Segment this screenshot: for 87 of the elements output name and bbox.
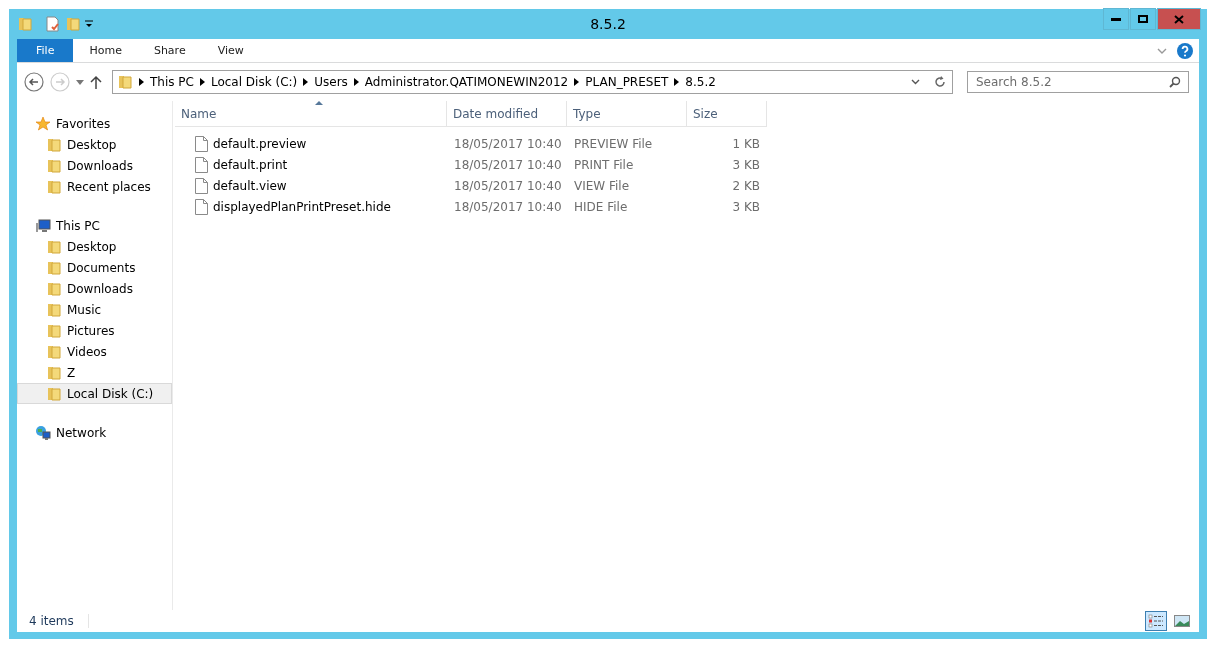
nav-item[interactable]: Z (17, 362, 172, 383)
breadcrumb[interactable]: Local Disk (C:) (210, 75, 298, 89)
breadcrumb-arrow-icon (353, 78, 359, 86)
back-button[interactable] (24, 72, 44, 92)
ribbon-tab[interactable]: Share (137, 39, 202, 62)
breadcrumb-arrow-icon (674, 78, 680, 86)
file-name[interactable]: displayedPlanPrintPreset.hide (213, 199, 391, 214)
file-icon (195, 177, 208, 194)
breadcrumb[interactable]: PLAN_PRESET (585, 75, 669, 89)
nav-item[interactable]: Recent places (17, 176, 172, 197)
properties-icon (45, 16, 61, 32)
folder-icon (46, 259, 62, 276)
chevron-down-icon[interactable] (911, 79, 920, 85)
folder-icon (65, 16, 81, 32)
nav-item[interactable]: Music (17, 299, 172, 320)
size-cell-text: 2 KB (731, 178, 761, 193)
size-cell-text: 3 KB (731, 199, 761, 214)
type-cell-text: PRINT File (573, 157, 635, 172)
nav-item[interactable]: Downloads (17, 155, 172, 176)
folder-icon (46, 178, 62, 195)
breadcrumb-arrow-icon (199, 78, 205, 86)
maximize-icon (1138, 15, 1148, 23)
folder-icon (117, 74, 133, 90)
nav-item[interactable]: Downloads (17, 278, 172, 299)
file-icon (195, 135, 208, 152)
date-cell-text: 18/05/2017 10:40 (453, 136, 563, 151)
folder-icon (46, 385, 62, 402)
folder-icon (46, 238, 62, 255)
folder-icon (46, 322, 62, 339)
date-cell-text: 18/05/2017 10:40 (453, 157, 563, 172)
nav-item[interactable]: Desktop (17, 236, 172, 257)
dropdown-icon[interactable] (85, 20, 93, 28)
file-menu-button[interactable]: File (17, 39, 74, 62)
item-count: 4 items (29, 614, 89, 628)
file-name[interactable]: default.preview (213, 136, 307, 151)
date-cell-text: 18/05/2017 10:40 (453, 199, 563, 214)
nav-item[interactable]: Documents (17, 257, 172, 278)
refresh-icon[interactable] (934, 76, 946, 88)
breadcrumb[interactable]: 8.5.2 (685, 75, 716, 89)
type-cell-text: VIEW File (573, 178, 631, 193)
folder-icon (46, 280, 62, 297)
nav-group[interactable]: Network (17, 422, 107, 443)
size-cell-text: 1 KB (731, 136, 761, 151)
size-cell-text: 3 KB (731, 157, 761, 172)
date-cell-text: 18/05/2017 10:40 (453, 178, 563, 193)
up-button[interactable] (90, 75, 102, 89)
file-icon (195, 156, 208, 173)
ribbon-tab[interactable]: View (201, 39, 260, 62)
breadcrumb-arrow-icon (574, 78, 580, 86)
type-cell-text: HIDE File (573, 199, 629, 214)
folder-icon (46, 136, 62, 153)
computer-icon (35, 217, 51, 234)
nav-item[interactable]: Pictures (17, 320, 172, 341)
breadcrumb-arrow-icon (139, 78, 144, 86)
folder-icon (46, 157, 62, 174)
window-title: 8.5.2 (590, 16, 626, 32)
nav-group[interactable]: This PC (17, 215, 100, 236)
nav-item[interactable]: Desktop (17, 134, 172, 155)
search-icon[interactable] (1169, 76, 1181, 88)
minimize-button[interactable] (1103, 8, 1129, 30)
nav-group[interactable]: Favorites (17, 113, 111, 134)
help-icon[interactable] (1177, 42, 1193, 59)
file-name[interactable]: default.view (213, 178, 287, 193)
recent-dropdown-button[interactable] (76, 79, 84, 85)
breadcrumb[interactable]: This PC (150, 75, 194, 89)
folder-icon (46, 343, 62, 360)
nav-item[interactable]: Videos (17, 341, 172, 362)
close-button[interactable] (1157, 8, 1201, 30)
breadcrumb[interactable]: Administrator.QATIMONEWIN2012 (364, 75, 569, 89)
search-field[interactable]: Search 8.5.2 (967, 71, 1189, 93)
type-cell-text: PREVIEW File (573, 136, 654, 151)
folder-icon (46, 364, 62, 381)
file-name[interactable]: default.print (213, 157, 288, 172)
breadcrumb-arrow-icon (303, 78, 309, 86)
ribbon-tab[interactable]: Home (73, 39, 138, 62)
star-icon (35, 115, 51, 132)
nav-item[interactable]: Local Disk (C:) (17, 383, 172, 404)
minimize-icon (1111, 17, 1121, 21)
file-icon (195, 198, 208, 215)
address-bar[interactable]: This PC Local Disk (C:) Users Administrator.QATIMONEWIN2012 PLAN_PRESET 8.5.2 (112, 70, 953, 94)
folder-icon (17, 16, 33, 32)
network-icon (35, 424, 51, 441)
close-icon (1174, 14, 1184, 24)
details-view-button[interactable] (1145, 611, 1167, 631)
maximize-button[interactable] (1130, 8, 1156, 30)
breadcrumb[interactable]: Users (314, 75, 348, 89)
folder-icon (46, 301, 62, 318)
